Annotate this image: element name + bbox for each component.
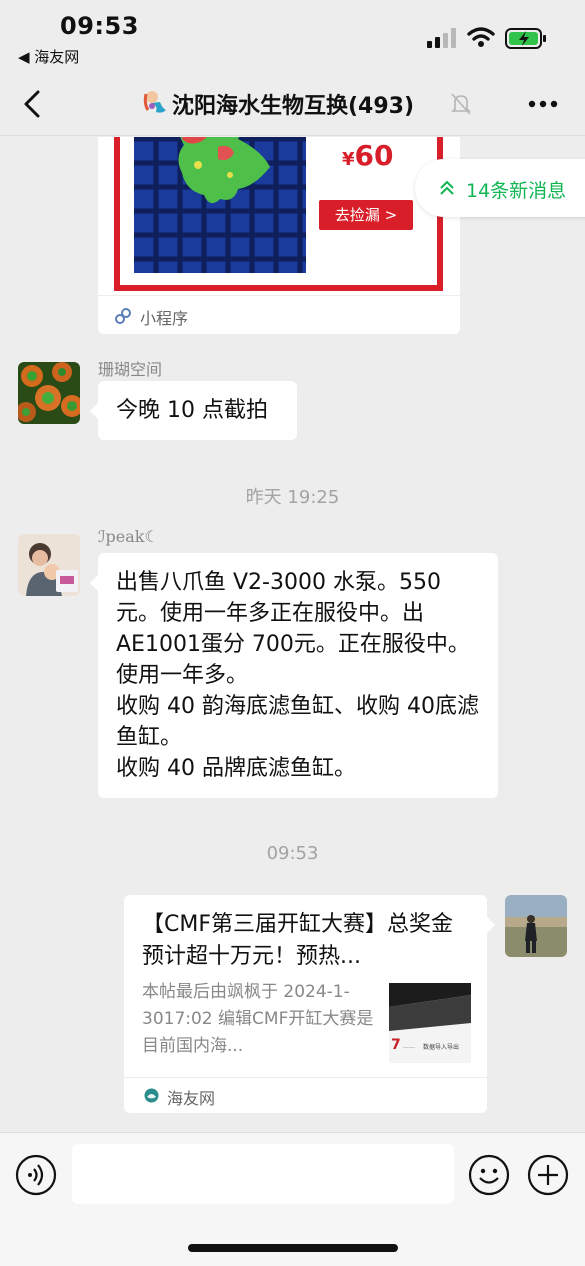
message-input[interactable] [72, 1144, 454, 1204]
svg-text:——: —— [403, 1044, 415, 1051]
status-time: 09:53 [60, 12, 139, 40]
input-bar [0, 1132, 585, 1266]
signal-icon [427, 28, 456, 48]
avatar[interactable] [18, 362, 80, 424]
bargain-button[interactable]: 去捡漏 > [319, 200, 413, 230]
message-bubble[interactable]: 出售八爪鱼 V2-3000 水泵。550元。使用一年多正在服役中。出AE1001… [90, 553, 498, 798]
mini-program-card[interactable]: ¥60 去捡漏 > 小程序 [98, 137, 460, 334]
avatar[interactable] [505, 895, 567, 957]
wifi-icon [467, 27, 495, 47]
link-card-message[interactable]: 【CMF第三届开缸大赛】总奖金预计超十万元！预热... 本帖最后由飒枫于 202… [124, 895, 495, 1113]
mute-bell-icon [451, 93, 471, 115]
price-currency-symbol: ¥ [342, 149, 355, 170]
mini-program-footer: 小程序 [98, 295, 460, 334]
back-arrow-icon[interactable] [20, 88, 44, 120]
more-options-icon[interactable] [528, 100, 558, 108]
link-card-thumbnail: 7 —— 数据导入导出 [389, 983, 471, 1063]
promo-banner: ¥60 去捡漏 > [114, 137, 443, 291]
chat-title: 沈阳海水生物互换(493) [172, 94, 415, 119]
timestamp: 昨天 19:25 [245, 487, 340, 508]
timestamp: 09:53 [266, 843, 319, 864]
back-to-app-link[interactable]: ◀ 海友网 [18, 46, 79, 67]
site-name: 海友网 [167, 1089, 216, 1108]
link-card-title: 【CMF第三届开缸大赛】总奖金预计超十万元！预热... [142, 912, 453, 969]
new-messages-label: 14条新消息 [466, 180, 567, 202]
sender-name: 珊瑚空间 [98, 360, 163, 379]
chat-message-list[interactable]: ¥60 去捡漏 > 小程序 14条新消息 珊瑚空间 今晚 10 点截拍 昨天 1… [0, 137, 585, 1132]
coral-product-image [134, 137, 306, 273]
message-bubble[interactable]: 今晚 10 点截拍 [90, 381, 297, 440]
battery-charging-icon [505, 28, 546, 49]
new-messages-button[interactable]: 14条新消息 [415, 159, 585, 217]
home-indicator [188, 1244, 398, 1252]
price-value: 60 [354, 139, 394, 172]
svg-text:7: 7 [391, 1037, 401, 1053]
avatar[interactable] [18, 534, 80, 596]
chat-header: 沈阳海水生物互换(493) [0, 72, 585, 136]
sender-name: ℐpeak☾ [98, 527, 159, 546]
status-bar: 09:53 ◀ 海友网 [0, 0, 585, 72]
voice-input-icon[interactable] [15, 1154, 57, 1196]
emoji-icon[interactable] [468, 1154, 510, 1196]
double-chevron-up-icon [440, 180, 454, 195]
mermaid-emoji-icon [143, 91, 166, 113]
site-logo-icon [144, 1088, 159, 1103]
mini-program-label: 小程序 [140, 309, 189, 328]
product-price: ¥60 [342, 139, 394, 172]
thumbnail-caption: 数据导入导出 [423, 1043, 459, 1051]
add-attachment-icon[interactable] [527, 1154, 569, 1196]
link-card-footer: 海友网 [124, 1077, 487, 1113]
mini-program-icon [115, 308, 131, 324]
link-card-description: 本帖最后由飒枫于 2024-1-3017:02 编辑CMF开缸大赛是目前国内海.… [142, 982, 374, 1056]
